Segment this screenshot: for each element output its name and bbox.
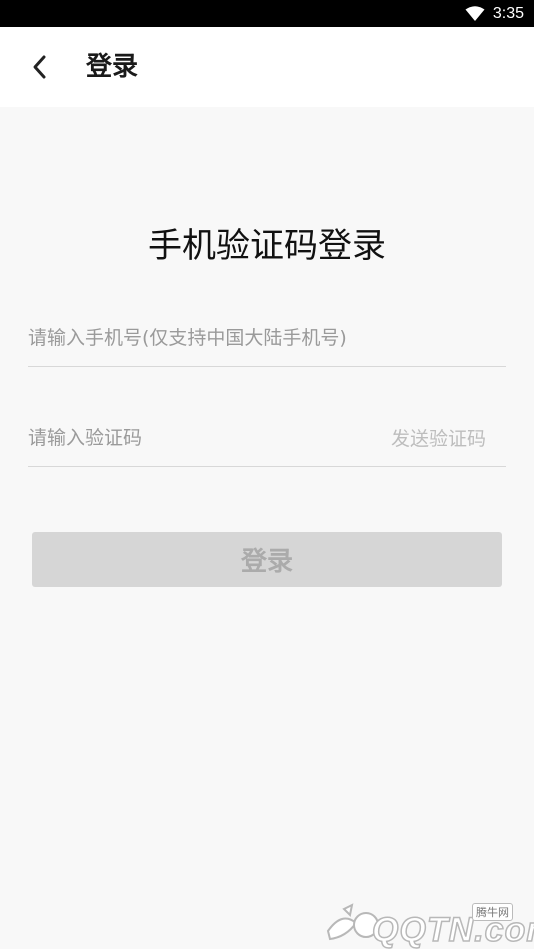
status-time: 3:35	[492, 4, 524, 22]
chevron-left-icon	[33, 55, 46, 79]
status-bar: 3:35	[0, 0, 534, 27]
login-heading: 手机验证码登录	[148, 226, 386, 266]
phone-input[interactable]	[28, 317, 506, 358]
wifi-icon	[465, 5, 485, 21]
code-field-row: 发送验证码	[28, 409, 506, 467]
watermark: QQTN.com 腾牛网	[322, 893, 534, 949]
watermark-badge: 腾牛网	[472, 903, 513, 921]
verification-code-input[interactable]	[28, 417, 391, 458]
send-code-button[interactable]: 发送验证码	[391, 424, 506, 451]
login-button[interactable]: 登录	[32, 532, 502, 587]
navigation-bar: 登录	[0, 27, 534, 107]
back-button[interactable]	[24, 51, 56, 83]
page-title: 登录	[86, 52, 139, 82]
phone-field-row	[28, 309, 506, 367]
